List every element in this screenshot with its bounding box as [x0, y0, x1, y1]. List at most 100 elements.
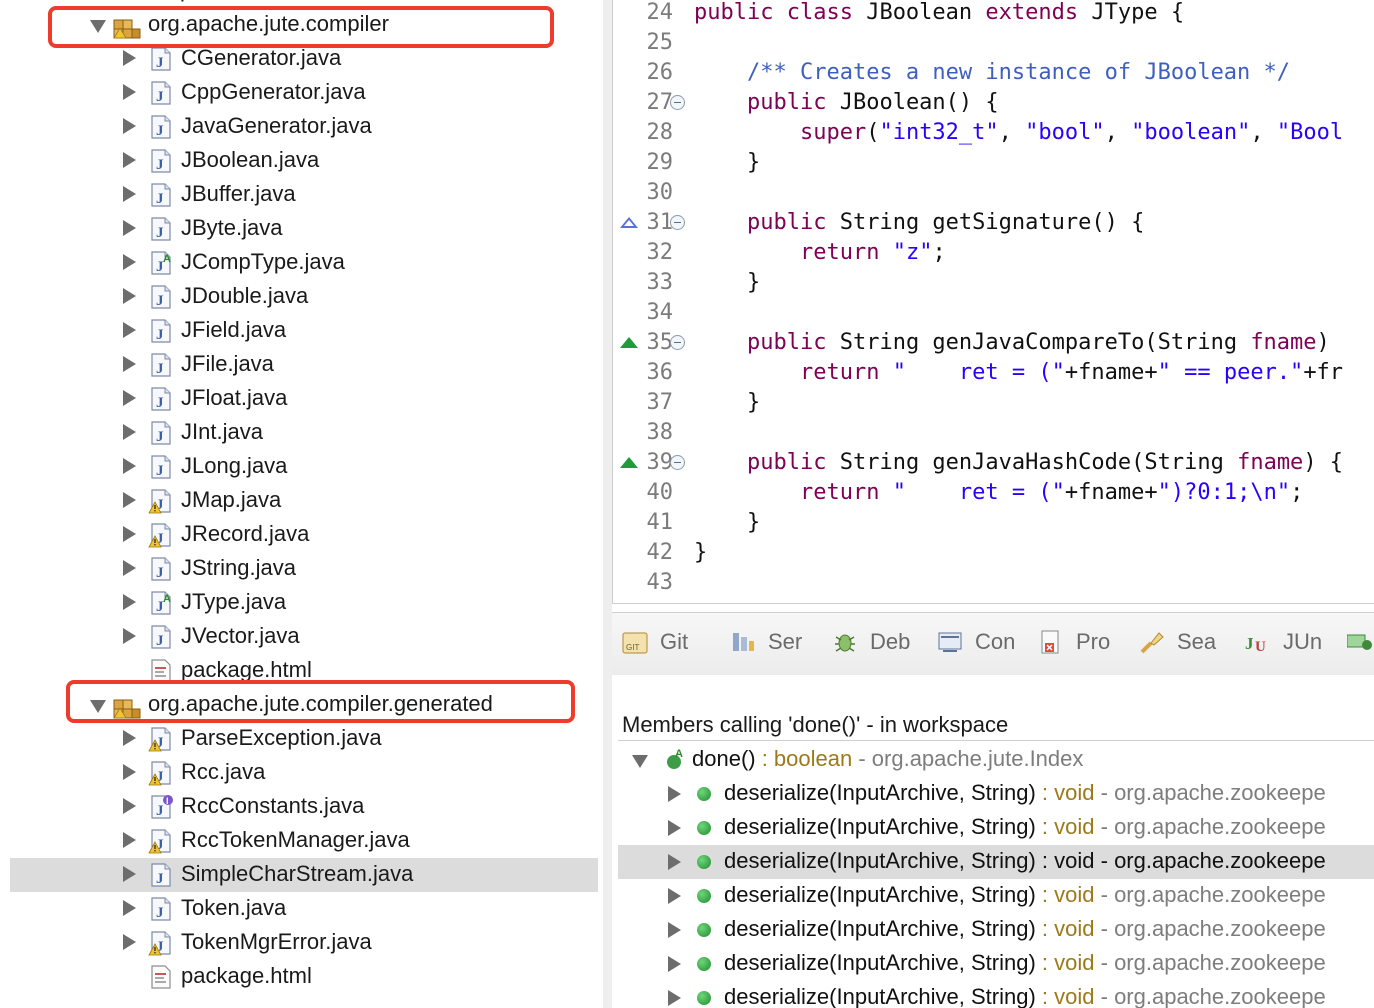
expand-arrow-icon[interactable] — [123, 866, 136, 882]
tree-file-node[interactable]: J JString.java — [0, 552, 603, 586]
caller-node[interactable]: deserialize(InputArchive, String) : void… — [618, 811, 1374, 845]
code-line[interactable]: 36 return " ret = ("+fname+" == peer."+f… — [613, 358, 1374, 388]
code-line[interactable]: 29 } — [613, 148, 1374, 178]
tree-file-node[interactable]: J JMap.java — [0, 484, 603, 518]
expand-arrow-icon[interactable] — [668, 820, 681, 836]
expand-arrow-icon[interactable] — [123, 254, 136, 270]
tree-file-node[interactable]: J JBoolean.java — [0, 144, 603, 178]
tree-node-label: Token.java — [181, 895, 287, 920]
code-line[interactable]: 33 } — [613, 268, 1374, 298]
tree-file-node[interactable]: J JRecord.java — [0, 518, 603, 552]
code-line[interactable]: 40 return " ret = ("+fname+")?0:1;\n"; — [613, 478, 1374, 508]
tree-file-node[interactable]: J JInt.java — [0, 416, 603, 450]
expand-arrow-icon[interactable] — [668, 956, 681, 972]
implements-marker-icon[interactable] — [620, 217, 638, 228]
expand-arrow-icon[interactable] — [123, 322, 136, 338]
expand-arrow-icon[interactable] — [123, 458, 136, 474]
more-views-icon[interactable] — [1346, 627, 1373, 659]
expand-arrow-icon[interactable] — [123, 424, 136, 440]
code-line[interactable]: 26 /** Creates a new instance of JBoolea… — [613, 58, 1374, 88]
tree-file-node[interactable]: J JByte.java — [0, 212, 603, 246]
code-line[interactable]: 30 — [613, 178, 1374, 208]
expand-arrow-icon[interactable] — [123, 390, 136, 406]
code-line[interactable]: 34 — [613, 298, 1374, 328]
expand-arrow-icon[interactable] — [668, 888, 681, 904]
view-sash[interactable] — [603, 0, 612, 1008]
expand-arrow-icon[interactable] — [123, 934, 136, 950]
expand-arrow-icon[interactable] — [123, 118, 136, 134]
expand-arrow-icon[interactable] — [668, 922, 681, 938]
code-line[interactable]: 31 public String getSignature() { — [613, 208, 1374, 238]
expand-arrow-icon[interactable] — [123, 356, 136, 372]
expand-arrow-icon[interactable] — [668, 786, 681, 802]
tree-file-node[interactable]: J JLong.java — [0, 450, 603, 484]
tree-file-node[interactable]: package.html — [0, 960, 603, 994]
expand-arrow-icon[interactable] — [123, 50, 136, 66]
code-line[interactable]: 25 — [613, 28, 1374, 58]
code-line[interactable]: 28 super("int32_t", "bool", "boolean", "… — [613, 118, 1374, 148]
fold-toggle-icon[interactable] — [670, 215, 685, 230]
code-line[interactable]: 24 public class JBoolean extends JType { — [613, 0, 1374, 28]
code-line[interactable]: 41 } — [613, 508, 1374, 538]
expand-arrow-icon[interactable] — [123, 798, 136, 814]
tree-file-node[interactable]: J JavaGenerator.java — [0, 110, 603, 144]
caller-node[interactable]: deserialize(InputArchive, String) : void… — [618, 981, 1374, 1008]
expand-arrow-icon[interactable] — [123, 764, 136, 780]
expand-arrow-icon[interactable] — [123, 900, 136, 916]
code-line[interactable]: 37 } — [613, 388, 1374, 418]
caller-node[interactable]: deserialize(InputArchive, String) : void… — [618, 913, 1374, 947]
overrides-marker-icon[interactable] — [620, 337, 638, 348]
tree-file-node[interactable]: J I RccConstants.java — [0, 790, 603, 824]
tree-file-node[interactable]: J Token.java — [0, 892, 603, 926]
tree-file-node[interactable]: J JVector.java — [0, 620, 603, 654]
tree-file-node[interactable]: J JDouble.java — [0, 280, 603, 314]
tree-file-node[interactable]: J JFile.java — [0, 348, 603, 382]
tree-node-label: JFloat.java — [181, 385, 288, 410]
tree-file-node[interactable]: J A JType.java — [0, 586, 603, 620]
code-line[interactable]: 38 — [613, 418, 1374, 448]
expand-arrow-icon[interactable] — [123, 492, 136, 508]
code-line[interactable]: 39 public String genJavaHashCode(String … — [613, 448, 1374, 478]
caller-node[interactable]: deserialize(InputArchive, String) : void… — [618, 947, 1374, 981]
expand-arrow-icon[interactable] — [123, 560, 136, 576]
fold-toggle-icon[interactable] — [670, 95, 685, 110]
overrides-marker-icon[interactable] — [620, 457, 638, 468]
tree-file-node[interactable]: J SimpleCharStream.java — [10, 858, 598, 892]
expand-arrow-icon[interactable] — [668, 990, 681, 1006]
expand-arrow-icon[interactable] — [123, 220, 136, 236]
tree-file-node[interactable]: J CppGenerator.java — [0, 76, 603, 110]
expand-arrow-icon[interactable] — [123, 832, 136, 848]
fold-toggle-icon[interactable] — [670, 455, 685, 470]
tree-file-node[interactable]: J JBuffer.java — [0, 178, 603, 212]
caller-node[interactable]: deserialize(InputArchive, String) : void… — [618, 845, 1374, 879]
view-tab-label: Con — [975, 629, 1016, 654]
code-line[interactable]: 35 public String genJavaCompareTo(String… — [613, 328, 1374, 358]
tree-file-node[interactable]: J RccTokenManager.java — [0, 824, 603, 858]
caller-node[interactable]: deserialize(InputArchive, String) : void… — [618, 777, 1374, 811]
code-editor[interactable]: 24 public class JBoolean extends JType {2… — [612, 0, 1374, 604]
collapse-arrow-icon[interactable] — [632, 755, 648, 768]
expand-arrow-icon[interactable] — [123, 628, 136, 644]
expand-arrow-icon[interactable] — [123, 152, 136, 168]
expand-arrow-icon[interactable] — [668, 854, 681, 870]
tree-file-node[interactable]: J A JCompType.java — [0, 246, 603, 280]
code-line[interactable]: 32 return "z"; — [613, 238, 1374, 268]
expand-arrow-icon[interactable] — [123, 84, 136, 100]
code-text: } — [694, 510, 761, 535]
fold-toggle-icon[interactable] — [670, 335, 685, 350]
expand-arrow-icon[interactable] — [123, 526, 136, 542]
tree-file-node[interactable]: J JFloat.java — [0, 382, 603, 416]
code-line[interactable]: 42} — [613, 538, 1374, 568]
expand-arrow-icon[interactable] — [123, 730, 136, 746]
expand-arrow-icon[interactable] — [123, 288, 136, 304]
tree-file-node[interactable]: J JField.java — [0, 314, 603, 348]
hierarchy-root-node[interactable]: Adone() : boolean - org.apache.jute.Inde… — [618, 743, 1374, 777]
caller-node[interactable]: deserialize(InputArchive, String) : void… — [618, 879, 1374, 913]
expand-arrow-icon[interactable] — [123, 186, 136, 202]
tree-file-node[interactable]: J Rcc.java — [0, 756, 603, 790]
expand-arrow-icon[interactable] — [123, 594, 136, 610]
code-line[interactable]: 43 — [613, 568, 1374, 598]
tree-file-node[interactable]: J TokenMgrError.java — [0, 926, 603, 960]
tree-file-node[interactable]: J ParseException.java — [0, 722, 603, 756]
code-line[interactable]: 27 public JBoolean() { — [613, 88, 1374, 118]
